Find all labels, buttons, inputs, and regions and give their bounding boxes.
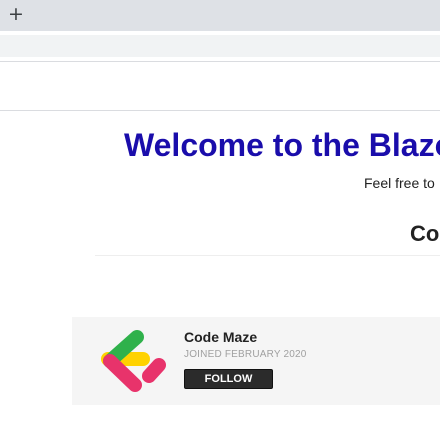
- section-title: Co: [410, 221, 440, 246]
- new-tab-button[interactable]: +: [6, 3, 26, 25]
- tab-strip: +: [0, 0, 440, 31]
- profile-name: Code Maze: [184, 329, 258, 345]
- profile-joined-date: JOINED FEBRUARY 2020: [184, 349, 307, 360]
- hero-subtitle: Feel free to: [364, 175, 435, 191]
- section-divider: [95, 255, 440, 256]
- follow-button[interactable]: FOLLOW: [184, 369, 273, 389]
- address-field[interactable]: [0, 35, 440, 57]
- page-viewport: Welcome to the Blazo Feel free to Co Cod…: [0, 111, 440, 440]
- bookmarks-bar: [0, 62, 440, 111]
- profile-card: Code Maze JOINED FEBRUARY 2020 FOLLOW: [72, 317, 440, 405]
- code-maze-logo-icon: [101, 330, 166, 392]
- hero-title: Welcome to the Blazo: [124, 127, 440, 163]
- address-bar: [0, 31, 440, 62]
- logo-pink-bar-right: [142, 358, 166, 383]
